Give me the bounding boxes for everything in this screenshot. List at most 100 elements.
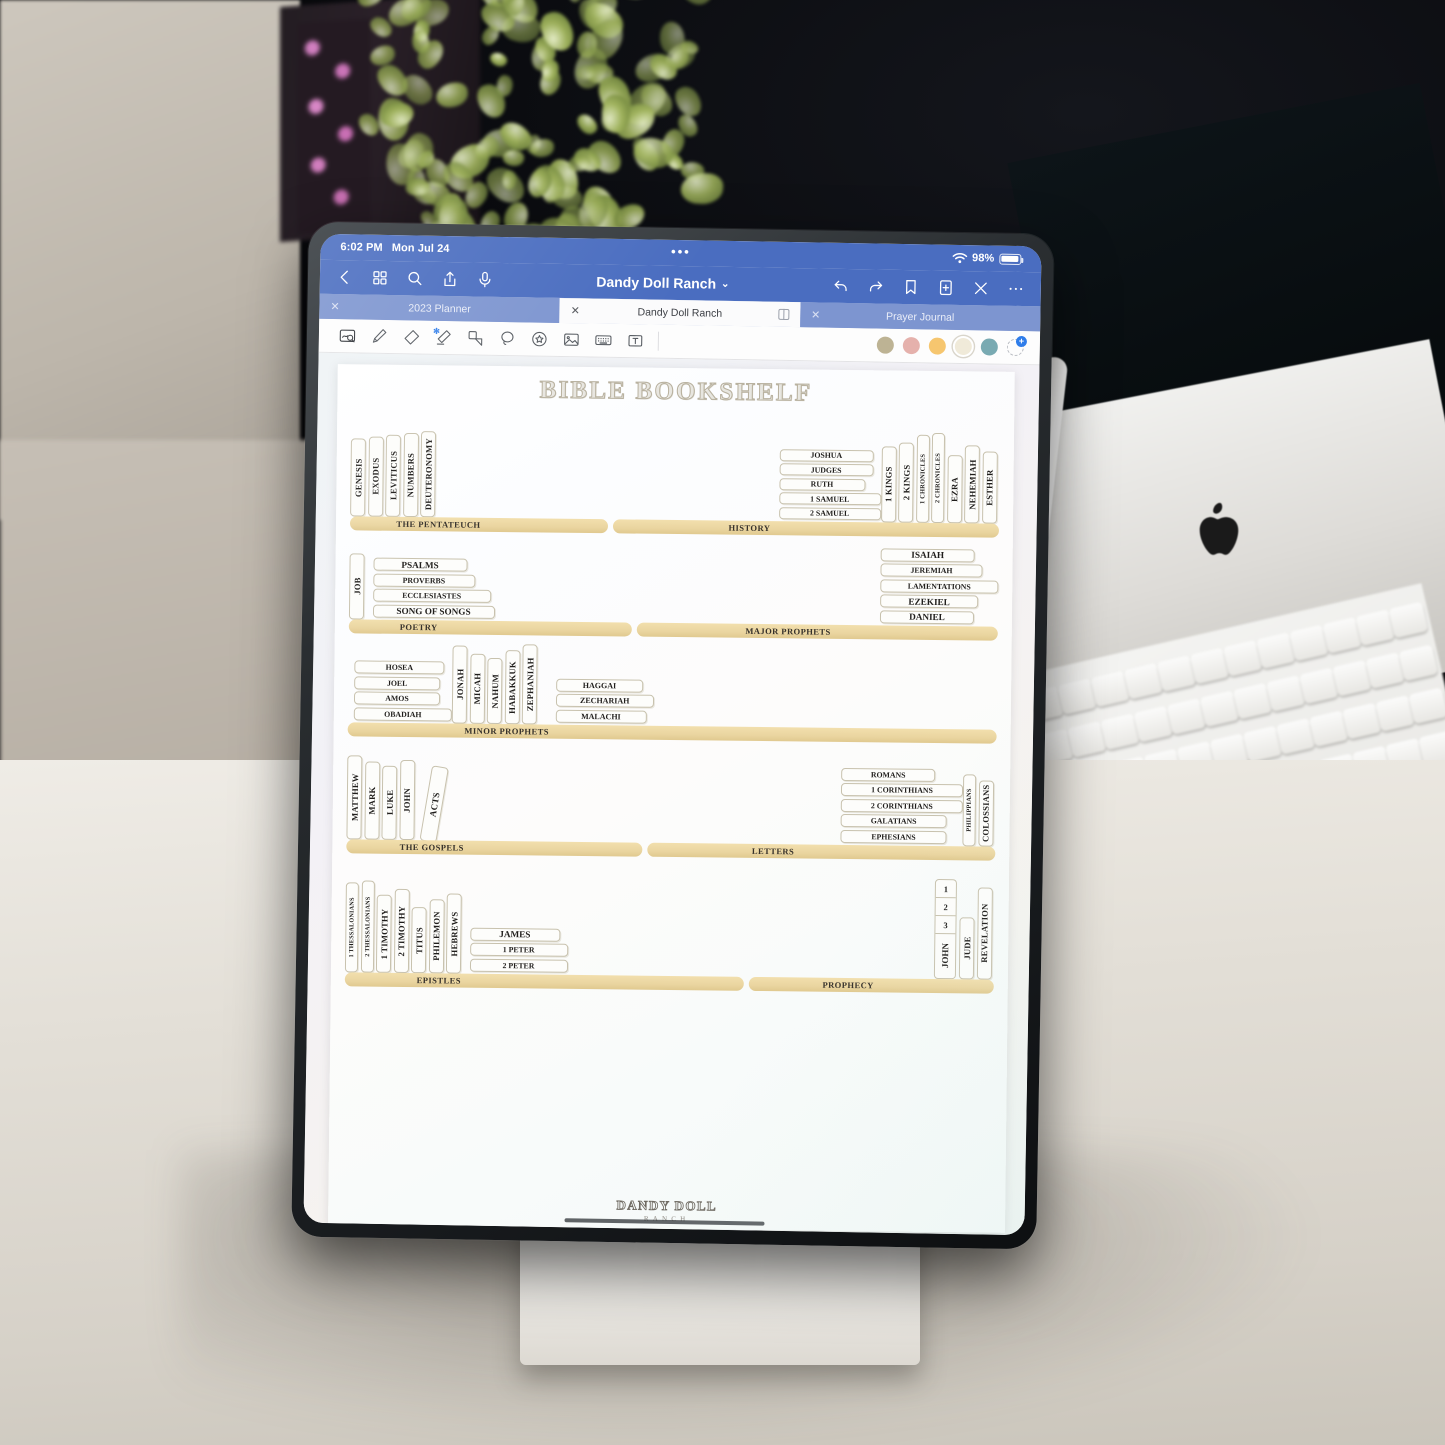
- book-spine-vertical[interactable]: MATTHEW: [346, 755, 362, 839]
- search-icon[interactable]: [406, 269, 424, 287]
- highlighter-tool[interactable]: ✻: [427, 324, 459, 351]
- chevron-down-icon[interactable]: ⌄: [721, 278, 730, 289]
- book-spine-vertical[interactable]: 2 CHRONICLES: [931, 433, 945, 523]
- more-icon[interactable]: [1007, 280, 1025, 298]
- book-spine-horizontal[interactable]: 1 SAMUEL: [779, 492, 881, 505]
- book-spine-horizontal[interactable]: JEREMIAH: [880, 563, 982, 577]
- book-spine-vertical[interactable]: 2 TIMOTHY: [393, 889, 409, 973]
- lasso-tool[interactable]: [491, 325, 523, 352]
- book-spine-horizontal[interactable]: ECCLESIASTES: [373, 589, 491, 603]
- undo-icon[interactable]: [832, 277, 850, 295]
- book-spine-horizontal[interactable]: EZEKIEL: [880, 594, 978, 608]
- book-spine-vertical[interactable]: EZRA: [947, 455, 963, 523]
- swatch-orange[interactable]: [929, 337, 946, 354]
- book-spine-vertical[interactable]: 2 THESSALONIANS: [360, 880, 374, 972]
- zoom-reader-tool[interactable]: [331, 322, 363, 349]
- book-spine-vertical[interactable]: JOB: [349, 553, 365, 619]
- book-spine-vertical[interactable]: 2 KINGS: [898, 443, 914, 523]
- book-spine-vertical[interactable]: NAHUM: [487, 658, 503, 724]
- book-spine-horizontal[interactable]: 2 PETER: [469, 958, 567, 972]
- document-tab[interactable]: ✕ 2023 Planner: [319, 294, 560, 323]
- book-spine-vertical[interactable]: COLOSSIANS: [978, 780, 994, 846]
- book-spine-vertical[interactable]: JONAH: [452, 645, 468, 723]
- book-spine-vertical[interactable]: 1 KINGS: [881, 446, 897, 522]
- book-spine-vertical[interactable]: LUKE: [381, 766, 397, 840]
- book-spine-vertical[interactable]: NUMBERS: [403, 433, 419, 517]
- book-spine-horizontal[interactable]: DANIEL: [880, 610, 974, 624]
- swatch-teal[interactable]: [981, 338, 998, 355]
- book-spine-vertical[interactable]: MARK: [364, 762, 380, 840]
- book-spine-horizontal[interactable]: MALACHI: [555, 709, 646, 723]
- book-spine-vertical[interactable]: ZEPHANIAH: [522, 644, 538, 724]
- book-spine-vertical[interactable]: TITUS: [411, 907, 427, 973]
- book-spine-horizontal[interactable]: LAMENTATIONS: [880, 579, 998, 593]
- document-tab[interactable]: ✕ Prayer Journal: [800, 302, 1041, 331]
- book-spine-horizontal[interactable]: RUTH: [779, 478, 865, 491]
- book-spine-123-john[interactable]: 1 2 3 JOHN: [934, 879, 957, 979]
- pen-tool[interactable]: [363, 323, 395, 350]
- tab-close-icon[interactable]: ✕: [571, 304, 580, 317]
- book-spine-horizontal[interactable]: ZECHARIAH: [555, 694, 654, 708]
- share-icon[interactable]: [441, 270, 459, 288]
- document-title[interactable]: Dandy Doll Ranch ⌄: [596, 274, 729, 292]
- book-spine-vertical[interactable]: ESTHER: [982, 451, 998, 523]
- keyboard-tool[interactable]: [587, 327, 619, 354]
- swatch-khaki[interactable]: [877, 337, 894, 354]
- swatch-add[interactable]: +: [1007, 339, 1024, 356]
- book-spine-vertical[interactable]: GENESIS: [350, 438, 366, 516]
- book-spine-tilted[interactable]: ACTS: [419, 765, 448, 843]
- book-spine-horizontal[interactable]: JAMES: [470, 927, 560, 941]
- book-spine-horizontal[interactable]: SONG OF SONGS: [372, 604, 494, 618]
- eraser-tool[interactable]: [395, 324, 427, 351]
- sticker-tool[interactable]: [523, 326, 555, 353]
- book-spine-horizontal[interactable]: HOSEA: [354, 660, 444, 674]
- book-spine-horizontal[interactable]: EPHESIANS: [840, 829, 946, 843]
- grid-thumbnails-icon[interactable]: [371, 269, 389, 287]
- book-spine-vertical[interactable]: PHILEMON: [428, 899, 444, 973]
- document-tab[interactable]: ✕ Dandy Doll Ranch: [560, 298, 801, 327]
- book-spine-vertical[interactable]: PHILIPPIANS: [962, 774, 976, 846]
- book-spine-vertical[interactable]: LEVITICUS: [385, 435, 401, 517]
- book-spine-vertical[interactable]: HEBREWS: [446, 893, 462, 973]
- image-tool[interactable]: [555, 326, 587, 353]
- tab-close-icon[interactable]: ✕: [330, 300, 339, 313]
- book-spine-horizontal[interactable]: JOEL: [354, 676, 440, 690]
- swatch-cream[interactable]: [955, 338, 972, 355]
- book-spine-horizontal[interactable]: PROVERBS: [373, 573, 475, 587]
- book-spine-horizontal[interactable]: ISAIAH: [881, 548, 975, 562]
- book-spine-vertical[interactable]: 1 THESSALONIANS: [345, 882, 359, 972]
- swatch-pink[interactable]: [903, 337, 920, 354]
- book-spine-vertical[interactable]: REVELATION: [976, 887, 992, 979]
- book-spine-vertical[interactable]: EXODUS: [368, 437, 384, 517]
- book-spine-horizontal[interactable]: OBADIAH: [354, 707, 452, 721]
- book-spine-horizontal[interactable]: PSALMS: [373, 558, 467, 572]
- bookmark-icon[interactable]: [902, 278, 920, 296]
- microphone-icon[interactable]: [476, 271, 494, 289]
- back-chevron-icon[interactable]: [336, 268, 354, 286]
- redo-icon[interactable]: [867, 277, 885, 295]
- book-spine-horizontal[interactable]: JUDGES: [779, 463, 873, 476]
- book-spine-vertical[interactable]: 1 TIMOTHY: [376, 895, 392, 973]
- text-box-tool[interactable]: [619, 328, 651, 355]
- book-spine-horizontal[interactable]: AMOS: [354, 691, 440, 705]
- book-spine-vertical[interactable]: NEHEMIAH: [964, 445, 980, 523]
- multitask-handle-icon[interactable]: •••: [671, 244, 691, 259]
- add-page-icon[interactable]: [937, 279, 955, 297]
- book-spine-horizontal[interactable]: 2 SAMUEL: [779, 507, 881, 520]
- add-color-icon[interactable]: +: [1016, 336, 1027, 347]
- book-spine-vertical[interactable]: JUDE: [959, 917, 975, 979]
- book-spine-vertical[interactable]: JOHN: [399, 760, 415, 840]
- worksheet-page[interactable]: BIBLE BOOKSHELF GENESIS EXODUS LEVITICUS NU…: [328, 364, 1015, 1233]
- book-spine-horizontal[interactable]: 1 PETER: [470, 943, 568, 957]
- shapes-tool[interactable]: [459, 325, 491, 352]
- book-spine-vertical[interactable]: HABAKKUK: [504, 650, 520, 724]
- book-spine-horizontal[interactable]: 1 CORINTHIANS: [841, 783, 963, 797]
- note-canvas[interactable]: BIBLE BOOKSHELF GENESIS EXODUS LEVITICUS NU…: [303, 353, 1039, 1235]
- split-view-icon[interactable]: [778, 309, 789, 320]
- book-spine-vertical[interactable]: DEUTERONOMY: [420, 431, 436, 517]
- book-spine-horizontal[interactable]: 2 CORINTHIANS: [841, 798, 963, 812]
- close-icon[interactable]: [972, 279, 990, 297]
- book-spine-vertical[interactable]: 1 CHRONICLES: [916, 435, 930, 523]
- tab-close-icon[interactable]: ✕: [811, 308, 820, 321]
- book-spine-horizontal[interactable]: ROMANS: [841, 767, 935, 781]
